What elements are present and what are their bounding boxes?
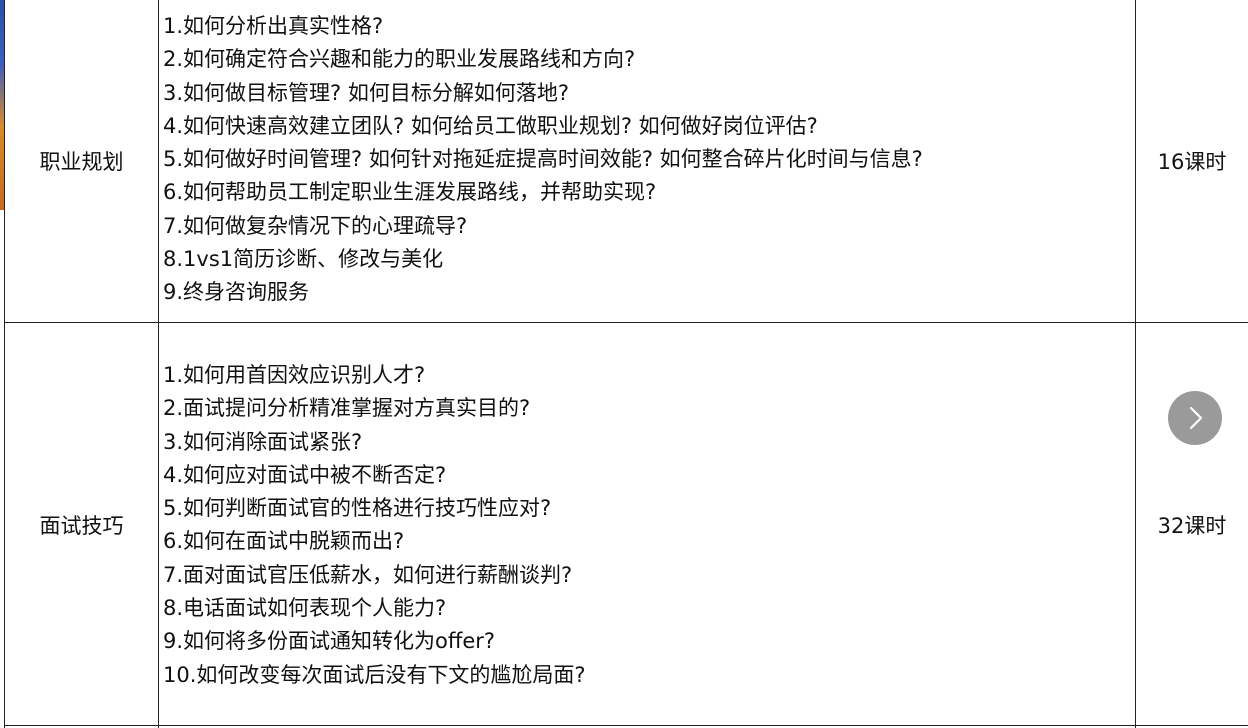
table-border-bottom — [4, 725, 1248, 726]
list-item: 1.如何分析出真实性格? — [163, 14, 384, 38]
list-item: 7.面对面试官压低薪水，如何进行薪酬谈判? — [163, 562, 573, 587]
list-item: 5.如何做好时间管理? 如何针对拖延症提高时间效能? 如何整合碎片化时间与信息? — [163, 147, 923, 172]
list-item: 2.面试提问分析精准掌握对方真实目的? — [163, 396, 531, 421]
next-button[interactable] — [1168, 391, 1222, 445]
table-divider-hours — [1135, 0, 1136, 728]
list-item: 8.电话面试如何表现个人能力? — [163, 596, 447, 621]
list-item: 2.如何确定符合兴趣和能力的职业发展路线和方向? — [163, 47, 636, 72]
list-item: 4.如何快速高效建立团队? 如何给员工做职业规划? 如何做好岗位评估? — [163, 113, 818, 138]
list-item: 3.如何做目标管理? 如何目标分解如何落地? — [163, 80, 570, 105]
list-item: 4.如何应对面试中被不断否定? — [163, 462, 447, 487]
course-table: 职业规划 1.如何分析出真实性格? 2.如何确定符合兴趣和能力的职业发展路线和方… — [0, 0, 1248, 728]
list-item: 3.如何消除面试紧张? — [163, 429, 363, 454]
table-row-divider — [4, 322, 1248, 323]
row-1-hours: 16课时 — [1157, 150, 1227, 174]
row-2-hours: 32课时 — [1157, 514, 1227, 538]
row-2-category: 面试技巧 — [39, 514, 124, 538]
chevron-right-icon — [1189, 406, 1203, 430]
list-item: 9.终身咨询服务 — [163, 280, 310, 305]
list-item: 7.如何做复杂情况下的心理疏导? — [163, 213, 468, 238]
list-item: 5.如何判断面试官的性格进行技巧性应对? — [163, 496, 552, 521]
row-1-category: 职业规划 — [39, 150, 124, 174]
list-item: 1.如何用首因效应识别人才? — [163, 363, 426, 387]
table-divider-category — [158, 0, 159, 728]
list-item: 8.1vs1简历诊断、修改与美化 — [163, 247, 444, 272]
list-item: 10.如何改变每次面试后没有下文的尴尬局面? — [163, 662, 586, 687]
row-1-item-list: 1.如何分析出真实性格? 2.如何确定符合兴趣和能力的职业发展路线和方向? 3.… — [163, 10, 923, 310]
table-border-left — [4, 0, 5, 728]
list-item: 6.如何在面试中脱颖而出? — [163, 529, 405, 554]
row-2-item-list: 1.如何用首因效应识别人才? 2.面试提问分析精准掌握对方真实目的? 3.如何消… — [163, 359, 586, 692]
list-item: 9.如何将多份面试通知转化为offer? — [163, 629, 496, 654]
list-item: 6.如何帮助员工制定职业生涯发展路线，并帮助实现? — [163, 180, 657, 205]
